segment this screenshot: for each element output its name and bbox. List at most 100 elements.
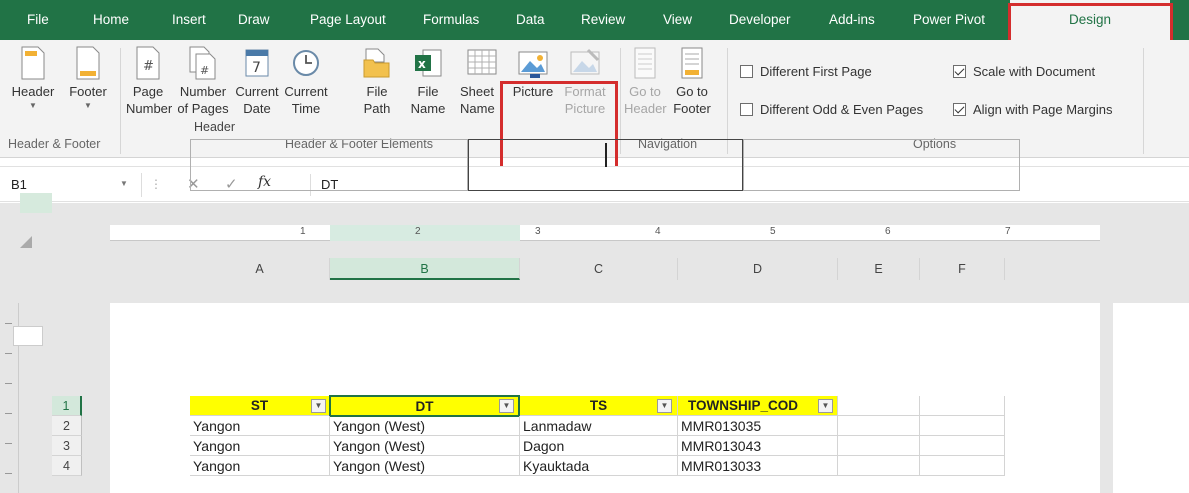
filter-dropdown-icon[interactable]: ▼ xyxy=(818,399,833,413)
ruler-number: 4 xyxy=(655,226,661,237)
row-header-3[interactable]: 3 xyxy=(52,436,82,456)
footer-button[interactable]: Footer ▼ xyxy=(64,46,112,111)
table-cell[interactable]: Yangon (West) xyxy=(330,456,520,476)
table-header-dt[interactable]: DT xyxy=(329,395,520,417)
svg-text:#: # xyxy=(143,59,154,74)
ruler-number: 5 xyxy=(770,226,776,237)
format-picture-button[interactable]: Format Picture xyxy=(560,46,610,117)
picture-icon xyxy=(518,51,548,78)
checkbox-box-checked[interactable] xyxy=(953,65,966,78)
tab-view[interactable]: View xyxy=(663,0,692,40)
svg-text:x: x xyxy=(418,57,426,71)
column-header-d[interactable]: D xyxy=(678,258,838,280)
ribbon-tab-bar: File Home Insert Draw Page Layout Formul… xyxy=(0,0,1189,40)
calendar-icon: 7 xyxy=(245,49,269,77)
chevron-down-icon: ▼ xyxy=(29,101,37,110)
align-with-margins-checkbox[interactable]: Align with Page Margins xyxy=(953,102,1112,117)
ruler-number: 3 xyxy=(535,226,541,237)
sheet-name-button[interactable]: Sheet Name xyxy=(454,46,500,117)
different-odd-even-checkbox[interactable]: Different Odd & Even Pages xyxy=(740,102,923,117)
select-all-corner[interactable] xyxy=(20,236,32,248)
header-icon xyxy=(21,46,45,80)
svg-text:#: # xyxy=(200,64,209,77)
go-to-header-icon xyxy=(634,47,656,79)
splitter-dots-icon[interactable]: ⋮ xyxy=(150,177,162,191)
different-first-page-checkbox[interactable]: Different First Page xyxy=(740,64,872,79)
number-of-pages-button[interactable]: # Number of Pages xyxy=(174,46,232,117)
file-name-button[interactable]: x File Name xyxy=(408,46,448,117)
table-cell[interactable]: Yangon (West) xyxy=(330,436,520,456)
clock-icon xyxy=(293,50,319,76)
footer-icon xyxy=(76,46,100,80)
picture-button[interactable]: Picture xyxy=(508,46,558,100)
group-label-header-footer: Header & Footer xyxy=(8,137,101,151)
table-cell[interactable]: Yangon xyxy=(190,416,330,436)
header-button[interactable]: Header ▼ xyxy=(8,46,58,111)
tab-insert[interactable]: Insert xyxy=(172,0,206,40)
number-of-pages-icon: # xyxy=(189,46,216,80)
chevron-down-icon[interactable]: ▼ xyxy=(120,179,128,188)
header-label: Header xyxy=(194,120,235,134)
tab-add-ins[interactable]: Add-ins xyxy=(829,0,875,40)
table-header-st[interactable]: ST xyxy=(190,396,330,416)
column-header-a[interactable]: A xyxy=(190,258,330,280)
tab-developer[interactable]: Developer xyxy=(729,0,791,40)
table-cell[interactable]: Yangon (West) xyxy=(330,416,520,436)
header-left-section[interactable] xyxy=(190,139,468,191)
svg-text:7: 7 xyxy=(252,60,261,76)
filter-dropdown-icon[interactable]: ▼ xyxy=(499,399,514,413)
column-header-b[interactable]: B xyxy=(330,258,520,280)
scale-with-document-checkbox[interactable]: Scale with Document xyxy=(953,64,1095,79)
table-cell[interactable]: Dagon xyxy=(520,436,678,456)
tab-file[interactable]: File xyxy=(27,0,49,40)
table-cell[interactable]: Yangon xyxy=(190,436,330,456)
checkbox-box[interactable] xyxy=(740,65,753,78)
table-cell[interactable]: MMR013033 xyxy=(678,456,838,476)
current-date-button[interactable]: 7 Current Date xyxy=(234,46,280,117)
table-cell[interactable]: Yangon xyxy=(190,456,330,476)
current-time-button[interactable]: Current Time xyxy=(283,46,329,117)
table-header-ts[interactable]: TS xyxy=(520,396,678,416)
filter-dropdown-icon[interactable]: ▼ xyxy=(657,399,672,413)
tab-draw[interactable]: Draw xyxy=(238,0,270,40)
tab-power-pivot[interactable]: Power Pivot xyxy=(913,0,985,40)
table-cell[interactable]: MMR013035 xyxy=(678,416,838,436)
go-to-header-button[interactable]: Go to Header xyxy=(624,46,667,117)
sheet-grid-icon xyxy=(467,49,497,75)
next-page xyxy=(1113,303,1189,493)
row-header-2[interactable]: 2 xyxy=(52,416,82,436)
folder-icon xyxy=(363,48,390,78)
file-path-button[interactable]: File Path xyxy=(358,46,396,117)
format-picture-icon xyxy=(570,48,600,75)
chevron-down-icon: ▼ xyxy=(84,101,92,110)
ruler-number: 6 xyxy=(885,226,891,237)
row-header-4[interactable]: 4 xyxy=(52,456,82,476)
table-cell[interactable]: MMR013043 xyxy=(678,436,838,456)
tab-design[interactable]: Design xyxy=(1010,0,1170,40)
checkbox-box-checked[interactable] xyxy=(953,103,966,116)
checkbox-box[interactable] xyxy=(740,103,753,116)
header-right-section[interactable] xyxy=(743,139,1020,191)
go-to-footer-button[interactable]: Go to Footer xyxy=(670,46,714,117)
ruler-number: 2 xyxy=(415,226,421,237)
text-cursor xyxy=(605,143,607,167)
tab-data[interactable]: Data xyxy=(516,0,545,40)
table-header-township-code[interactable]: TOWNSHIP_COD xyxy=(678,396,838,416)
column-header-f[interactable]: F xyxy=(920,258,1005,280)
tab-review[interactable]: Review xyxy=(581,0,625,40)
filter-dropdown-icon[interactable]: ▼ xyxy=(311,399,326,413)
column-header-c[interactable]: C xyxy=(520,258,678,280)
excel-file-icon: x xyxy=(415,49,442,77)
horizontal-ruler: 1 2 3 4 5 6 7 xyxy=(110,225,1100,241)
go-to-footer-icon xyxy=(681,47,703,79)
column-header-e[interactable]: E xyxy=(838,258,920,280)
ruler-number: 1 xyxy=(300,226,306,237)
tab-home[interactable]: Home xyxy=(93,0,129,40)
page-number-button[interactable]: # Page Number xyxy=(126,46,172,117)
tab-formulas[interactable]: Formulas xyxy=(423,0,479,40)
table-cell[interactable]: Lanmadaw xyxy=(520,416,678,436)
row-header-1[interactable]: 1 xyxy=(52,396,82,416)
ruler-number: 7 xyxy=(1005,226,1011,237)
tab-page-layout[interactable]: Page Layout xyxy=(310,0,386,40)
table-cell[interactable]: Kyauktada xyxy=(520,456,678,476)
